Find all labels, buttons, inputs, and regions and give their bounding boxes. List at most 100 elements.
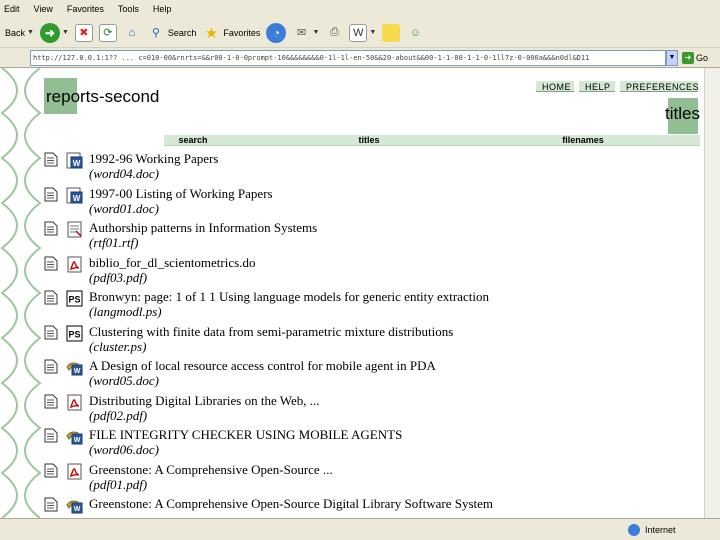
word-doc-icon[interactable]: W xyxy=(66,187,83,204)
forward-arrow-icon: ➜ xyxy=(39,22,60,43)
history-button[interactable]: ◔ xyxy=(266,22,287,43)
globe-icon xyxy=(628,524,640,536)
chevron-down-icon[interactable]: ▼ xyxy=(369,29,376,36)
greenstone-page: reports-second HOME HELP PREFERENCES tit… xyxy=(42,68,704,518)
security-zone: Internet xyxy=(628,524,676,536)
result-title[interactable]: Greenstone: A Comprehensive Open-Source … xyxy=(89,496,493,512)
refresh-button[interactable]: ⟳ xyxy=(98,23,117,42)
word-doc-icon[interactable]: W xyxy=(66,497,83,514)
result-title[interactable]: Clustering with finite data from semi-pa… xyxy=(89,324,453,340)
go-label: Go xyxy=(696,52,709,63)
section-title: titles xyxy=(665,104,700,123)
go-button[interactable]: ➜ Go xyxy=(682,51,709,64)
postscript-icon[interactable]: PS xyxy=(66,290,83,307)
mail-button[interactable]: ✉ ▼ xyxy=(292,24,320,42)
result-title[interactable]: biblio_for_dl_scientometrics.do xyxy=(89,255,255,271)
document-details-icon[interactable] xyxy=(44,187,58,202)
favorites-label: Favorites xyxy=(223,27,261,38)
tab-search[interactable]: search xyxy=(170,135,216,145)
edit-button[interactable]: W ▼ xyxy=(349,23,376,42)
svg-text:W: W xyxy=(74,368,81,375)
result-filename: (pdf01.pdf) xyxy=(89,476,148,492)
discuss-button[interactable] xyxy=(382,23,401,42)
result-row: PS Clustering with finite data from semi-… xyxy=(44,323,704,358)
tab-titles[interactable]: titles xyxy=(342,135,396,145)
address-bar: http://127.0.0.1:1?? ... c=010-00&rnrts=… xyxy=(0,48,720,68)
svg-text:PS: PS xyxy=(68,295,80,305)
chevron-down-icon[interactable]: ▼ xyxy=(62,29,69,36)
go-arrow-icon: ➜ xyxy=(682,51,694,64)
note-icon xyxy=(382,23,401,42)
document-details-icon[interactable] xyxy=(44,463,58,478)
preferences-link[interactable]: PREFERENCES xyxy=(620,80,699,92)
page-nav: HOME HELP PREFERENCES xyxy=(531,80,699,92)
forward-button[interactable]: ➜ ▼ xyxy=(39,22,69,43)
result-row: W A Design of local resource access contr… xyxy=(44,357,704,392)
document-details-icon[interactable] xyxy=(44,394,58,409)
vertical-scrollbar[interactable] xyxy=(704,68,720,518)
result-title[interactable]: Greenstone: A Comprehensive Open-Source … xyxy=(89,462,333,478)
printer-icon: ⎙ xyxy=(329,26,339,38)
postscript-icon[interactable]: PS xyxy=(66,325,83,342)
search-icon: ⚲ xyxy=(151,27,160,39)
result-filename: (word06.doc) xyxy=(89,442,159,457)
result-filename: (rtf01.rtf) xyxy=(89,235,139,250)
pdf-icon[interactable] xyxy=(66,463,83,480)
document-details-icon[interactable] xyxy=(44,256,58,271)
home-link[interactable]: HOME xyxy=(536,80,574,92)
menu-tools[interactable]: Tools xyxy=(118,4,139,14)
rtf-icon[interactable] xyxy=(66,221,83,238)
chevron-down-icon[interactable]: ▼ xyxy=(666,49,678,66)
document-details-icon[interactable] xyxy=(44,359,58,374)
result-title[interactable]: Authorship patterns in Information Syste… xyxy=(89,220,317,236)
document-details-icon[interactable] xyxy=(44,290,58,305)
result-row: W 1997-00 Listing of Working Papers (word0… xyxy=(44,185,704,220)
result-row: Greenstone: A Comprehensive Open-Source … xyxy=(44,461,704,496)
search-button[interactable]: ⚲ Search xyxy=(147,24,197,42)
menu-favorites[interactable]: Favorites xyxy=(67,4,104,14)
stop-button[interactable]: ✖ xyxy=(74,23,93,42)
pdf-icon[interactable] xyxy=(66,256,83,273)
browse-tabs: search titles filenames xyxy=(164,135,700,146)
back-label: Back xyxy=(5,27,26,38)
chevron-down-icon[interactable]: ▼ xyxy=(27,29,34,36)
house-icon: ⌂ xyxy=(128,26,136,39)
help-link[interactable]: HELP xyxy=(579,80,615,92)
document-details-icon[interactable] xyxy=(44,428,58,443)
svg-text:W: W xyxy=(74,506,81,513)
result-title[interactable]: 1992-96 Working Papers xyxy=(89,151,218,167)
messenger-button[interactable]: ☺ xyxy=(406,24,424,42)
edit-icon: W xyxy=(349,23,368,42)
result-filename: (cluster.ps) xyxy=(89,338,147,354)
result-title[interactable]: Distributing Digital Libraries on the We… xyxy=(89,393,320,409)
result-title[interactable]: FILE INTEGRITY CHECKER USING MOBILE AGEN… xyxy=(89,427,402,443)
menu-view[interactable]: View xyxy=(34,4,53,14)
print-button[interactable]: ⎙ xyxy=(325,24,343,42)
document-details-icon[interactable] xyxy=(44,221,58,236)
result-title[interactable]: A Design of local resource access contro… xyxy=(89,358,436,374)
document-details-icon[interactable] xyxy=(44,497,58,512)
result-filename: (word01.doc) xyxy=(89,200,159,216)
word-doc-icon[interactable]: W xyxy=(66,152,83,169)
favorites-button[interactable]: ★ Favorites xyxy=(202,24,261,42)
result-filename: (word05.doc) xyxy=(89,373,159,388)
url-input[interactable]: http://127.0.0.1:1?? ... c=010-00&rnrts=… xyxy=(30,49,666,66)
menu-edit[interactable]: Edit xyxy=(4,4,20,14)
tab-filenames[interactable]: filenames xyxy=(554,135,612,145)
result-title[interactable]: 1997-00 Listing of Working Papers xyxy=(89,186,273,202)
menu-help[interactable]: Help xyxy=(153,4,172,14)
result-row: Distributing Digital Libraries on the We… xyxy=(44,392,704,427)
result-title[interactable]: Bronwyn: page: 1 of 1 1 Using language m… xyxy=(89,289,489,305)
word-doc-icon[interactable]: W xyxy=(66,359,83,376)
zone-label: Internet xyxy=(645,525,676,535)
chevron-down-icon[interactable]: ▼ xyxy=(312,29,319,36)
back-button[interactable]: Back ▼ xyxy=(2,28,34,38)
document-details-icon[interactable] xyxy=(44,325,58,340)
stop-icon: ✖ xyxy=(74,23,93,42)
home-button[interactable]: ⌂ xyxy=(123,24,141,42)
pdf-icon[interactable] xyxy=(66,394,83,411)
word-doc-icon[interactable]: W xyxy=(66,428,83,445)
refresh-icon: ⟳ xyxy=(98,23,117,42)
results-list: W 1992-96 Working Papers (word04.doc) W 1997… xyxy=(44,150,704,530)
document-details-icon[interactable] xyxy=(44,152,58,167)
